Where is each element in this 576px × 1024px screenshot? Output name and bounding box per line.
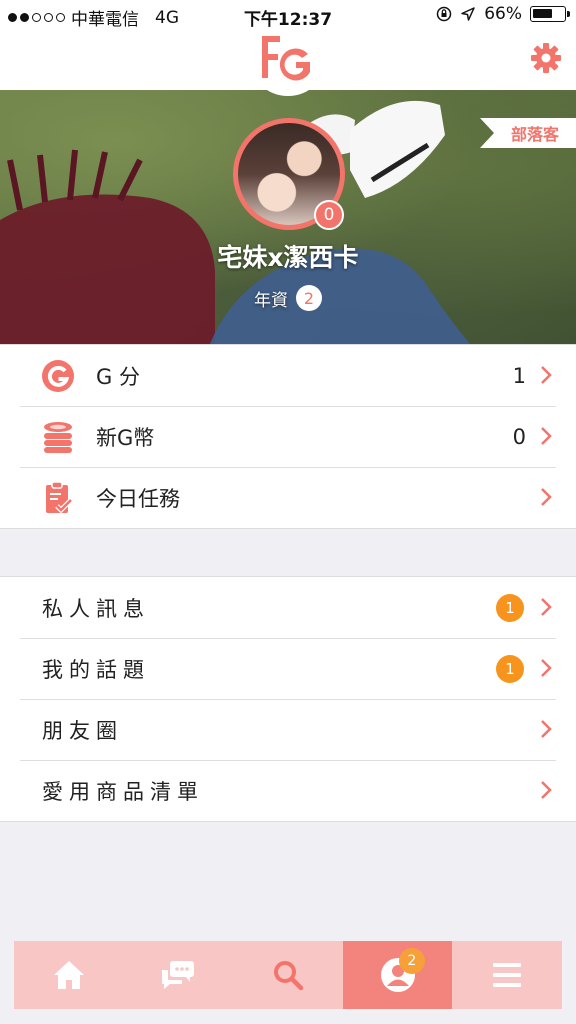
chevron-right-icon <box>540 780 552 804</box>
tab-search[interactable] <box>233 941 343 1009</box>
chevron-right-icon <box>540 487 552 511</box>
list-item-label: 私人訊息 <box>42 596 150 621</box>
chevron-right-icon <box>540 597 552 621</box>
fg-logo-icon <box>262 36 310 81</box>
g-points-icon <box>41 359 75 393</box>
chevron-right-icon <box>540 426 552 450</box>
list-item-label: 今日任務 <box>96 486 180 511</box>
clipboard-task-icon <box>41 481 75 515</box>
seniority: 年資 2 <box>0 285 576 311</box>
tab-chat[interactable] <box>124 941 234 1009</box>
tab-menu[interactable] <box>452 941 562 1009</box>
app-header <box>0 30 576 96</box>
list-item-value: 1 <box>512 363 526 388</box>
notification-badge: 1 <box>496 655 524 683</box>
blogger-tag[interactable]: 部落客 <box>480 118 576 148</box>
menu-icon <box>493 963 522 987</box>
location-arrow-icon <box>461 7 475 21</box>
app-logo[interactable] <box>248 30 328 96</box>
avatar-badge: 0 <box>314 200 344 230</box>
list-item-label: G 分 <box>96 364 140 389</box>
notification-badge: 1 <box>496 594 524 622</box>
social-list: 私人訊息 1 我的話題 1 朋友圈 愛用商品清單 <box>0 576 576 822</box>
list-item-label: 朋友圈 <box>42 718 123 743</box>
list-item-label: 愛用商品清單 <box>42 779 204 804</box>
tab-profile[interactable]: 2 <box>342 941 453 1009</box>
status-bar-right: 66% <box>436 4 570 24</box>
coins-icon <box>41 420 75 454</box>
status-bar: 中華電信 4G 下午12:37 66% <box>0 0 576 30</box>
rotation-lock-icon <box>436 6 452 22</box>
seniority-badge: 2 <box>296 285 322 311</box>
list-item-label: 我的話題 <box>42 657 150 682</box>
battery-percentage: 66% <box>484 4 522 24</box>
list-item-value: 0 <box>512 424 526 449</box>
seniority-label: 年資 <box>254 290 288 311</box>
gear-icon <box>531 43 561 73</box>
tab-home[interactable] <box>14 941 124 1009</box>
chevron-right-icon <box>540 719 552 743</box>
tab-badge: 2 <box>398 948 425 974</box>
account-list: G 分 1 新G幣 0 今日任務 <box>0 344 576 529</box>
list-item-daily-tasks[interactable]: 今日任務 <box>0 467 576 528</box>
list-item-my-topics[interactable]: 我的話題 1 <box>0 638 576 699</box>
list-item-friends-circle[interactable]: 朋友圈 <box>0 699 576 760</box>
search-icon <box>273 961 304 991</box>
battery-icon <box>530 6 570 22</box>
list-item-private-messages[interactable]: 私人訊息 1 <box>0 577 576 638</box>
chevron-right-icon <box>540 658 552 682</box>
chat-icon <box>162 961 195 989</box>
list-item-label: 新G幣 <box>96 425 155 450</box>
settings-button[interactable] <box>530 42 562 78</box>
chevron-right-icon <box>540 365 552 389</box>
username: 宅妹x潔西卡 <box>217 243 359 272</box>
list-item-favorite-products[interactable]: 愛用商品清單 <box>0 760 576 821</box>
profile-banner: 部落客 0 宅妹x潔西卡 年資 2 <box>0 90 576 344</box>
list-item-new-g-coins[interactable]: 新G幣 0 <box>0 406 576 467</box>
list-item-g-points[interactable]: G 分 1 <box>0 345 576 406</box>
home-icon <box>53 961 84 989</box>
tab-bar: 2 <box>14 941 562 1009</box>
